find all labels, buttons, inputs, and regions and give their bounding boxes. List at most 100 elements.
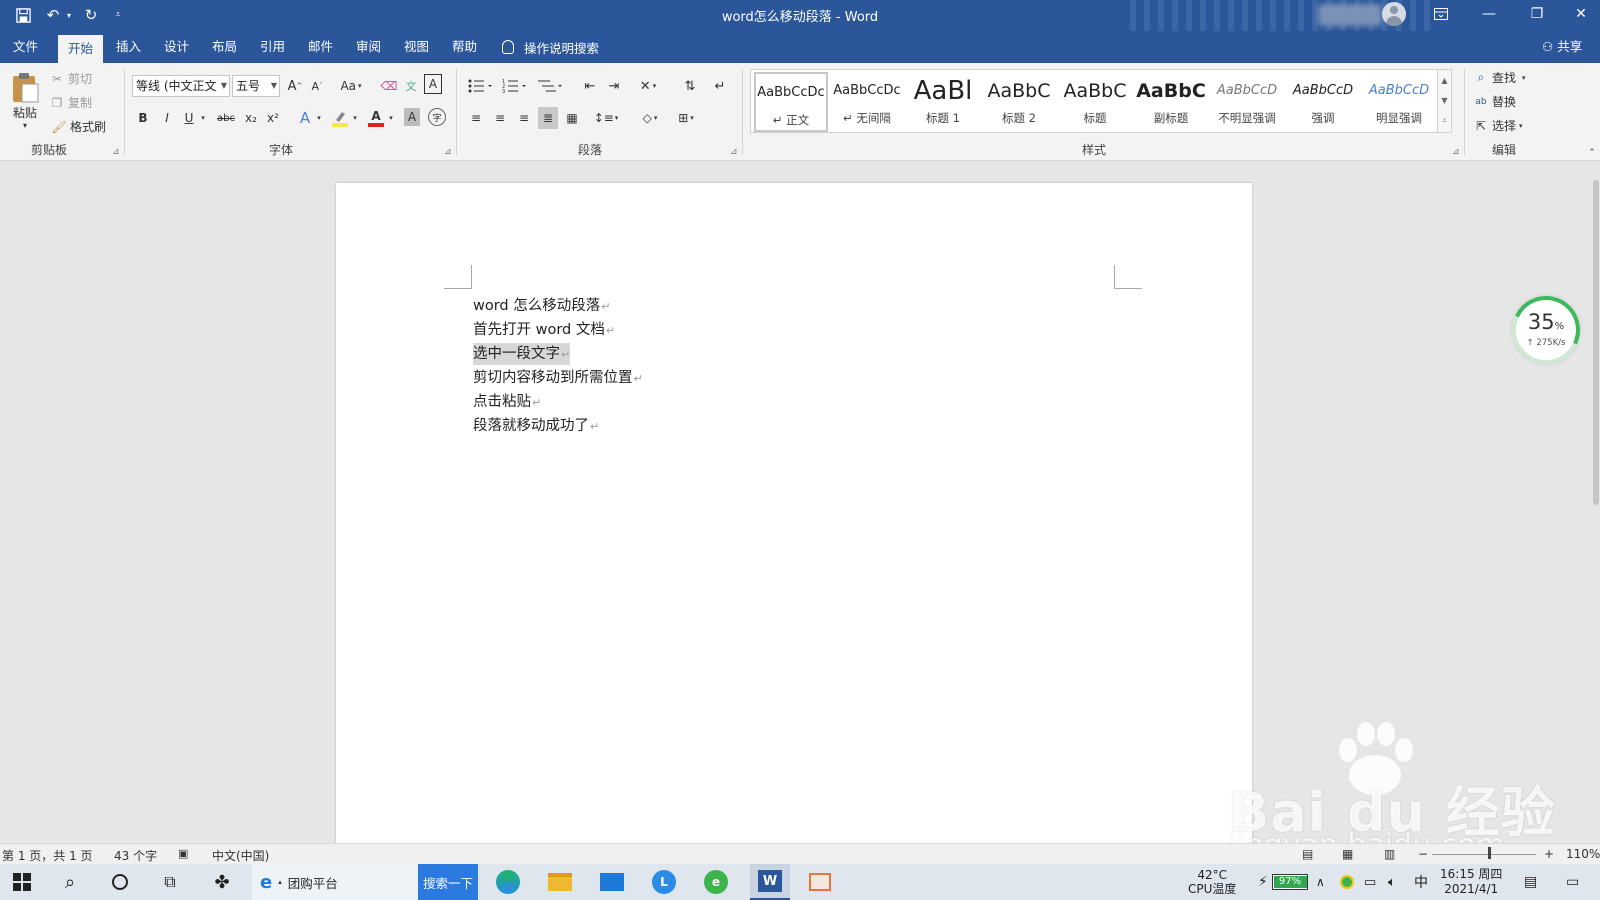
zoom-level[interactable]: 110% <box>1566 847 1600 861</box>
web-layout-icon[interactable]: ▥ <box>1384 847 1395 861</box>
close-button[interactable]: ✕ <box>1562 0 1600 28</box>
ribbon-display-options-icon[interactable] <box>1418 0 1464 28</box>
styles-gallery-scroll[interactable]: ▲ ▼ ⩡ <box>1438 69 1452 133</box>
cpu-temperature[interactable]: 42°C CPU温度 <box>1188 864 1236 900</box>
notepad-tray-icon[interactable]: ▤ <box>1524 864 1537 900</box>
tab-layout[interactable]: 布局 <box>202 31 247 63</box>
tab-insert[interactable]: 插入 <box>106 31 151 63</box>
edge-icon[interactable] <box>490 864 526 900</box>
avatar[interactable] <box>1382 2 1406 26</box>
search-button[interactable]: 搜索一下 <box>418 864 478 900</box>
style-emphasis[interactable]: AaBbCcD 强调 <box>1286 72 1360 132</box>
select-button[interactable]: ⇱ 选择 ▾ <box>1474 117 1523 134</box>
chevron-down-icon[interactable]: ▼ <box>1441 96 1447 105</box>
superscript-button[interactable]: x² <box>264 107 282 129</box>
font-color-button[interactable]: A <box>366 107 386 129</box>
font-color-dropdown-icon[interactable]: ▾ <box>386 107 396 129</box>
distributed-icon[interactable]: ▦ <box>562 107 582 129</box>
network-speed-widget[interactable]: 35% ↑ 275K/s <box>1502 286 1590 374</box>
character-shading-button[interactable]: A <box>404 108 420 126</box>
page-count[interactable]: 第 1 页，共 1 页 <box>2 847 93 864</box>
plug-icon[interactable]: ⚡ <box>1258 864 1268 900</box>
format-painter-button[interactable]: 🖌 格式刷 <box>51 118 106 135</box>
line-spacing-icon[interactable]: ↕≡ ▾ <box>592 107 620 129</box>
style-subtle-emphasis[interactable]: AaBbCcD 不明显强调 <box>1210 72 1284 132</box>
style-subtitle[interactable]: AaBbC 副标题 <box>1134 72 1208 132</box>
copy-button[interactable]: ❐ 复制 <box>50 94 92 111</box>
clear-formatting-icon[interactable]: ⌫ <box>380 75 398 97</box>
zoom-slider[interactable] <box>1432 854 1536 855</box>
minimize-button[interactable]: — <box>1466 0 1512 28</box>
battery-tray-icon[interactable]: ▭ <box>1364 864 1376 900</box>
cortana-icon[interactable] <box>102 864 138 900</box>
style-heading-1[interactable]: AaBl 标题 1 <box>906 72 980 132</box>
text-effects-dropdown-icon[interactable]: ▾ <box>314 107 324 129</box>
file-explorer-icon[interactable] <box>542 864 578 900</box>
search-icon[interactable]: ⌕ <box>52 864 88 900</box>
style-normal[interactable]: AaBbCcDc ↵ 正文 <box>754 72 828 132</box>
zoom-out-button[interactable]: − <box>1418 847 1428 861</box>
bold-button[interactable]: B <box>134 107 152 129</box>
scrollbar-thumb[interactable] <box>1593 180 1599 505</box>
task-view-icon[interactable]: ⧉ <box>152 864 188 900</box>
decrease-indent-icon[interactable]: ⇤ <box>580 75 600 97</box>
font-size-combo[interactable]: 五号 ▼ <box>232 75 280 97</box>
justify-icon[interactable]: ≣ <box>538 107 558 129</box>
proofing-icon[interactable]: ▣ <box>178 847 188 860</box>
style-intense-emphasis[interactable]: AaBbCcD 明显强调 <box>1362 72 1436 132</box>
font-name-combo[interactable]: 等线 (中文正文 ▼ <box>132 75 230 97</box>
document-page[interactable]: word 怎么移动段落↵ 首先打开 word 文档↵ 选中一段文字↵ 剪切内容移… <box>336 183 1252 843</box>
slides-app-icon[interactable] <box>802 864 838 900</box>
phonetic-guide-button[interactable]: 文 <box>402 75 420 97</box>
paragraph-line[interactable]: 点击粘贴↵ <box>473 391 541 413</box>
tab-design[interactable]: 设计 <box>154 31 199 63</box>
find-button[interactable]: ⌕ 查找 ▾ <box>1474 69 1526 86</box>
underline-dropdown-icon[interactable]: ▾ <box>198 107 208 129</box>
zoom-slider-thumb[interactable] <box>1488 847 1491 859</box>
language-indicator[interactable]: 中文(中国) <box>212 847 269 864</box>
tab-review[interactable]: 审阅 <box>346 31 391 63</box>
subscript-button[interactable]: x₂ <box>242 107 260 129</box>
paragraph-line[interactable]: 剪切内容移动到所需位置↵ <box>473 367 643 389</box>
restore-button[interactable]: ❐ <box>1514 0 1560 28</box>
battery-indicator[interactable]: 97% <box>1272 874 1308 890</box>
tab-home[interactable]: 开始 <box>58 35 104 63</box>
tell-me-search[interactable]: 操作说明搜索 <box>502 31 599 63</box>
taskbar-browser-item[interactable]: e ▴ 团购平台 <box>252 864 418 900</box>
word-taskbar-icon[interactable]: W <box>750 864 790 900</box>
chinese-layout-icon[interactable]: ✕ ▾ <box>634 75 662 97</box>
align-left-icon[interactable]: ≡ <box>466 107 486 129</box>
italic-button[interactable]: I <box>158 107 176 129</box>
change-case-button[interactable]: Aa ▾ <box>336 75 366 97</box>
read-mode-icon[interactable]: ▤ <box>1302 847 1313 861</box>
text-effects-button[interactable]: A <box>296 107 314 129</box>
replace-button[interactable]: ab 替换 <box>1474 93 1516 110</box>
volume-icon[interactable]: 🔈︎ <box>1388 864 1396 900</box>
styles-launcher-icon[interactable]: ⊿ <box>1452 147 1460 157</box>
numbering-button[interactable]: 123 <box>500 75 530 97</box>
pinned-app-icon[interactable]: ✤ <box>204 864 240 900</box>
character-border-button[interactable]: A <box>424 74 442 94</box>
enclose-characters-button[interactable]: 字 <box>428 108 446 126</box>
action-center-icon[interactable]: ▭ <box>1566 864 1579 900</box>
mail-icon[interactable] <box>594 864 630 900</box>
paragraph-launcher-icon[interactable]: ⊿ <box>730 147 738 157</box>
multilevel-list-button[interactable] <box>536 75 566 97</box>
shrink-font-button[interactable]: Aˇ <box>308 75 326 97</box>
show-marks-icon[interactable]: ↵ <box>710 75 730 97</box>
tab-file[interactable]: 文件 <box>3 31 48 63</box>
borders-icon[interactable]: ⊞ ▾ <box>672 107 700 129</box>
paste-button[interactable]: 粘贴 ▾ <box>8 67 42 135</box>
chevron-up-icon[interactable]: ▲ <box>1441 76 1447 85</box>
tab-help[interactable]: 帮助 <box>442 31 487 63</box>
expand-gallery-icon[interactable]: ⩡ <box>1442 116 1447 126</box>
word-count[interactable]: 43 个字 <box>114 847 157 864</box>
print-layout-icon[interactable]: ▦ <box>1342 847 1353 861</box>
tab-references[interactable]: 引用 <box>250 31 295 63</box>
clipboard-launcher-icon[interactable]: ⊿ <box>112 147 120 157</box>
zoom-in-button[interactable]: + <box>1544 847 1554 861</box>
paragraph-line-selected[interactable]: 选中一段文字↵ <box>473 343 571 365</box>
bullets-button[interactable] <box>466 75 496 97</box>
style-title[interactable]: AaBbC 标题 <box>1058 72 1132 132</box>
highlight-button[interactable] <box>330 107 350 129</box>
